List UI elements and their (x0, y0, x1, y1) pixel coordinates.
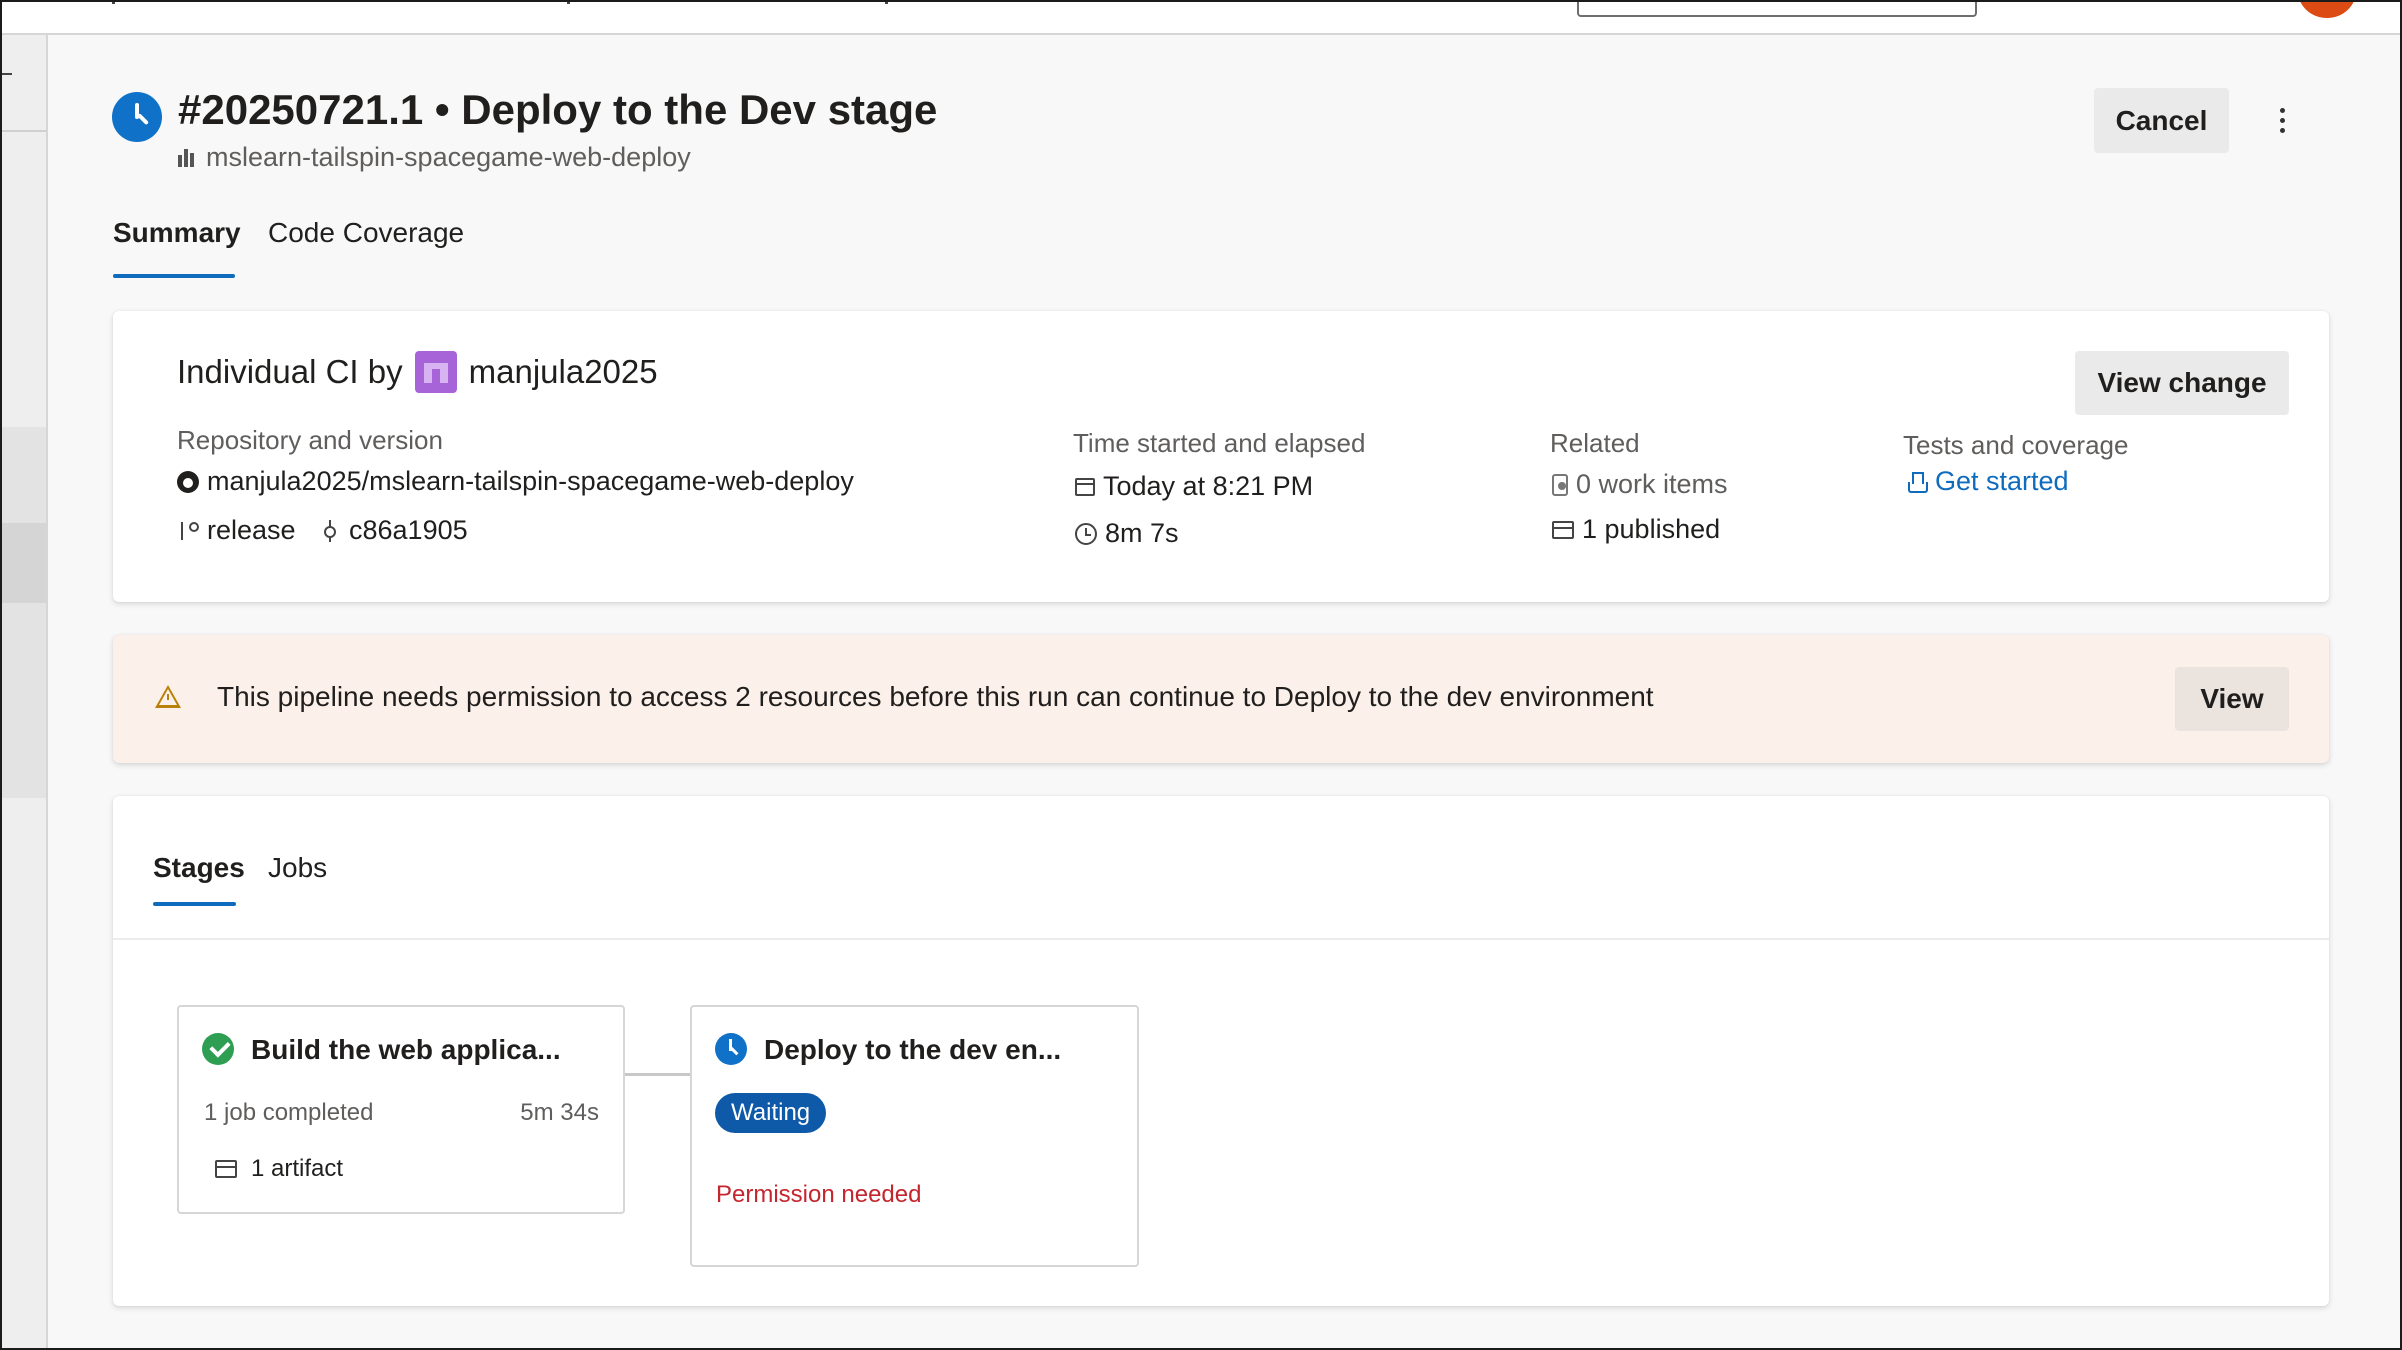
divider (113, 938, 2329, 940)
banner-message: This pipeline needs permission to access… (217, 681, 1654, 712)
commit-icon (319, 519, 341, 542)
work-items-value: 0 work items (1576, 469, 1728, 499)
permission-needed-text[interactable]: Permission needed (716, 1181, 921, 1209)
started-value: Today at 8:21 PM (1103, 471, 1314, 501)
published-link[interactable]: 1 published (1552, 514, 1720, 545)
rail-divider (0, 130, 46, 132)
clock-icon (715, 1033, 747, 1065)
repo-name: manjula2025/mslearn-tailspin-spacegame-w… (207, 466, 854, 496)
branch-icon (177, 520, 199, 542)
topbar-fragment (567, 0, 570, 4)
top-bar (0, 0, 2402, 35)
related-label: Related (1550, 428, 1640, 458)
search-box[interactable] (1577, 0, 1977, 17)
tab-jobs[interactable]: Jobs (268, 852, 327, 884)
rail-marker (0, 73, 12, 75)
pipeline-link[interactable]: mslearn-tailspin-spacegame-web-deploy (178, 142, 691, 172)
tests-label: Tests and coverage (1903, 430, 2129, 460)
view-button[interactable]: View (2175, 667, 2289, 731)
artifact-link[interactable]: 1 artifact (215, 1155, 343, 1183)
tab-summary[interactable]: Summary (113, 217, 241, 249)
view-change-button[interactable]: View change (2075, 351, 2289, 415)
calendar-icon (1075, 477, 1095, 496)
warning-icon (155, 685, 181, 708)
tab-selected-indicator (153, 902, 236, 906)
tab-code-coverage[interactable]: Code Coverage (268, 217, 464, 249)
rail-selected-item[interactable] (0, 523, 46, 603)
artifact-icon (1552, 520, 1574, 539)
stage-jobs-status: 1 job completed (204, 1099, 374, 1126)
pipeline-icon (178, 147, 198, 167)
commit-id: c86a1905 (349, 515, 468, 545)
repo-link[interactable]: manjula2025/mslearn-tailspin-spacegame-w… (177, 466, 854, 497)
more-vertical-icon[interactable] (2262, 98, 2302, 142)
time-label: Time started and elapsed (1073, 428, 1366, 458)
run-summary-card: Individual CI by manjula2025 View change… (113, 311, 2329, 602)
work-item-icon (1552, 473, 1568, 496)
repo-version-label: Repository and version (177, 425, 443, 455)
published-value: 1 published (1582, 514, 1721, 544)
rail-section[interactable] (0, 427, 46, 798)
artifact-count: 1 artifact (251, 1155, 344, 1182)
get-started-link[interactable]: Get started (1905, 466, 2069, 497)
started-time: Today at 8:21 PM (1075, 471, 1313, 502)
stage-card-deploy[interactable]: Deploy to the dev en... Waiting Permissi… (690, 1005, 1139, 1267)
topbar-fragment (885, 0, 888, 4)
pipeline-name: mslearn-tailspin-spacegame-web-deploy (206, 141, 691, 172)
stage-title: Build the web applica... (251, 1034, 561, 1065)
trigger-info: Individual CI by manjula2025 (177, 351, 658, 393)
account-avatar[interactable] (2298, 0, 2356, 18)
permission-banner: This pipeline needs permission to access… (113, 635, 2329, 763)
stage-card-build[interactable]: Build the web applica... 1 job completed… (177, 1005, 625, 1214)
status-badge: Waiting (715, 1093, 827, 1133)
commit-link[interactable]: c86a1905 (319, 515, 468, 546)
run-title: #20250721.1 • Deploy to the Dev stage (178, 86, 938, 133)
topbar-fragment (112, 0, 115, 4)
stage-connector (625, 1073, 690, 1076)
clock-icon (1075, 522, 1097, 545)
branch-name: release (207, 515, 296, 545)
work-items-link[interactable]: 0 work items (1552, 469, 1728, 500)
elapsed-time: 8m 7s (1075, 518, 1179, 549)
tab-stages[interactable]: Stages (153, 852, 245, 884)
branch-link[interactable]: release (177, 515, 296, 546)
check-circle-icon (202, 1033, 234, 1065)
clock-icon (112, 92, 162, 142)
elapsed-value: 8m 7s (1105, 518, 1179, 548)
get-started-text: Get started (1935, 466, 2069, 496)
artifact-icon (215, 1160, 237, 1178)
stages-card: Stages Jobs Build the web applica... 1 j… (113, 796, 2329, 1306)
tab-selected-indicator (113, 274, 235, 278)
cancel-button[interactable]: Cancel (2094, 88, 2229, 153)
trigger-prefix: Individual CI by (177, 353, 403, 390)
user-avatar (414, 351, 457, 393)
left-navigation-rail (0, 35, 48, 1350)
stage-title: Deploy to the dev en... (764, 1034, 1062, 1065)
trigger-user: manjula2025 (468, 353, 658, 390)
stage-duration: 5m 34s (520, 1099, 599, 1126)
flask-icon (1905, 471, 1928, 493)
github-icon (177, 470, 199, 493)
